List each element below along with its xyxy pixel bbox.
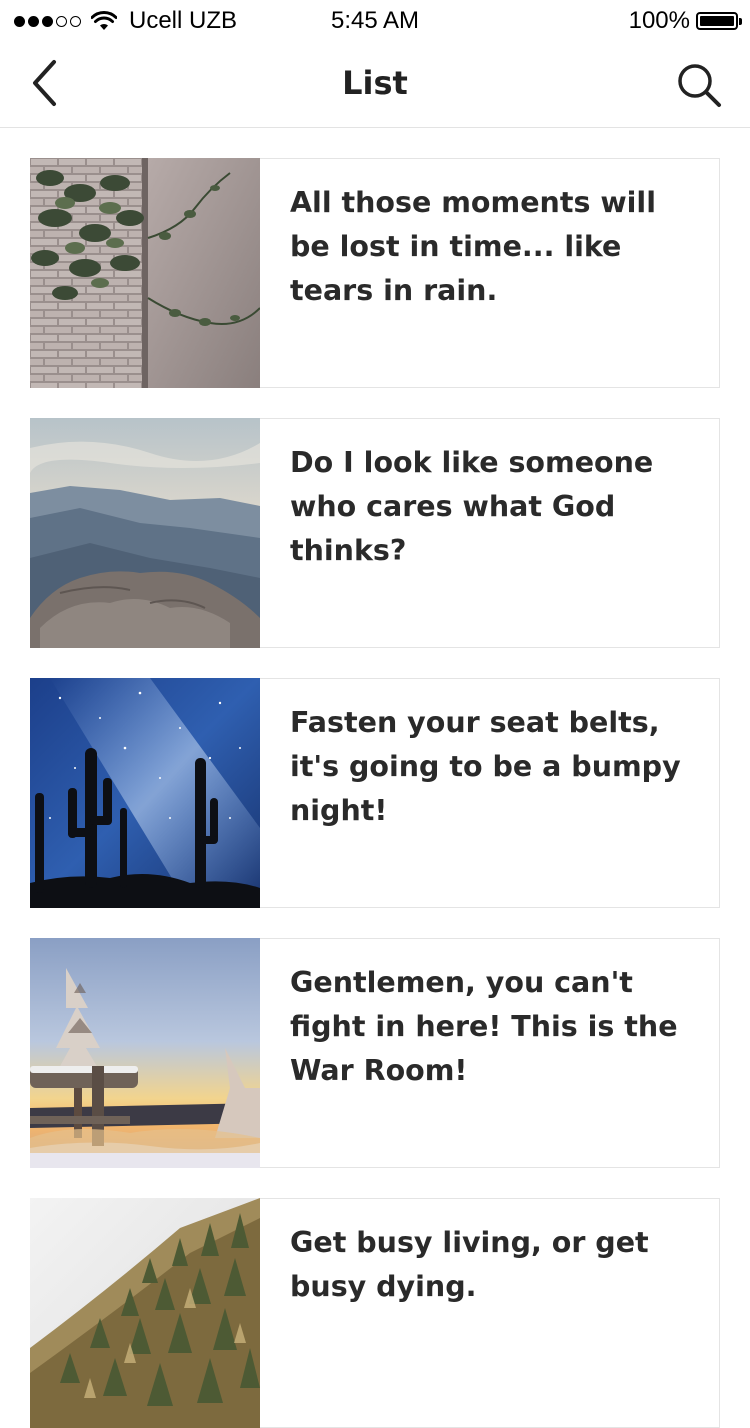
chevron-left-icon xyxy=(33,60,56,106)
signal-dot xyxy=(28,15,39,27)
quote-list: All those moments will be lost in time..… xyxy=(30,128,720,1428)
signal-strength-icon xyxy=(14,15,81,27)
list-item[interactable]: All those moments will be lost in time..… xyxy=(30,158,720,388)
thumbnail-image xyxy=(30,1198,260,1428)
battery-percentage: 100% xyxy=(628,7,690,34)
list-item[interactable]: Gentlemen, you can't fight in here! This… xyxy=(30,938,720,1168)
signal-dot xyxy=(70,15,81,27)
search-button[interactable] xyxy=(672,58,726,112)
thumbnail-image xyxy=(30,678,260,908)
search-icon xyxy=(678,64,721,107)
status-left: Ucell UZB xyxy=(14,7,237,35)
status-bar: Ucell UZB 5:45 AM 100% xyxy=(0,0,750,40)
status-right: 100% xyxy=(628,7,742,35)
thumbnail-image xyxy=(30,418,260,648)
list-item-text: Fasten your seat belts, it's going to be… xyxy=(290,706,681,827)
signal-dot xyxy=(42,15,53,27)
carrier-name: Ucell UZB xyxy=(129,7,238,34)
list-item-text: Get busy living, or get busy dying. xyxy=(290,1226,649,1303)
list-item[interactable]: Fasten your seat belts, it's going to be… xyxy=(30,678,720,908)
signal-dot xyxy=(56,15,67,27)
list-item[interactable]: Do I look like someone who cares what Go… xyxy=(30,418,720,648)
signal-dot xyxy=(14,15,25,27)
wifi-icon xyxy=(91,11,117,31)
back-button[interactable] xyxy=(22,56,66,110)
thumbnail-image xyxy=(30,158,260,388)
list-item-text: Do I look like someone who cares what Go… xyxy=(290,446,654,567)
battery-icon xyxy=(696,12,742,30)
navigation-bar: List xyxy=(0,40,750,128)
thumbnail-image xyxy=(30,938,260,1168)
page-title: List xyxy=(342,64,408,102)
list-item-text: Gentlemen, you can't fight in here! This… xyxy=(290,966,678,1087)
list-item[interactable]: Get busy living, or get busy dying. xyxy=(30,1198,720,1428)
list-item-text: All those moments will be lost in time..… xyxy=(290,186,656,307)
